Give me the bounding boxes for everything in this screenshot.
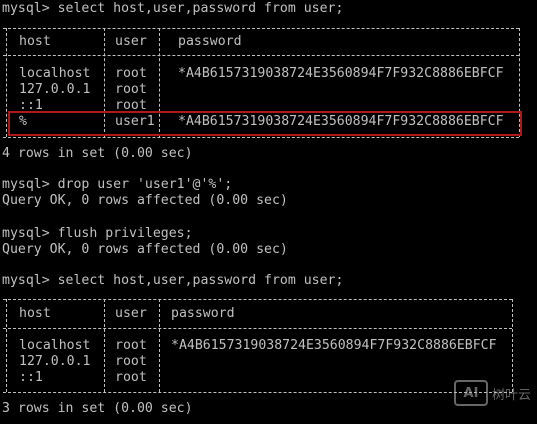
cell-host: localhost: [19, 338, 91, 353]
watermark-text: 树叶云: [491, 387, 531, 403]
cell-host: 127.0.0.1: [19, 82, 91, 97]
cell-user: root: [115, 338, 147, 353]
cell-user: root: [115, 354, 147, 369]
command-select-2: mysql> select host,user,password from us…: [2, 273, 344, 288]
header-host: host: [19, 306, 51, 321]
result-line-4: 3 rows in set (0.00 sec): [2, 401, 193, 416]
cell-user: root: [115, 370, 147, 385]
cell-host: 127.0.0.1: [19, 354, 91, 369]
cell-password: *A4B6157319038724E3560894F7F932C8886EBFC…: [178, 66, 504, 81]
cell-host: ::1: [19, 370, 43, 385]
header-separator: [3, 55, 519, 56]
watermark-logo-icon: AI: [453, 380, 488, 406]
command-flush-privileges: mysql> flush privileges;: [2, 226, 193, 241]
result-line-1: 4 rows in set (0.00 sec): [2, 146, 193, 161]
result-line-2: Query OK, 0 rows affected (0.00 sec): [2, 193, 288, 208]
cell-host: localhost: [19, 66, 91, 81]
cell-user: root: [115, 82, 147, 97]
command-drop-user: mysql> drop user 'user1'@'%';: [2, 177, 233, 192]
header-user: user: [115, 306, 147, 321]
column-border-left: [6, 28, 7, 137]
result-line-3: Query OK, 0 rows affected (0.00 sec): [2, 242, 288, 257]
header-password: password: [178, 34, 242, 49]
cell-password: *A4B6157319038724E3560894F7F932C8886EBFC…: [171, 338, 497, 353]
watermark: AI 树叶云: [453, 378, 531, 408]
header-password: password: [171, 306, 235, 321]
header-user: user: [115, 34, 147, 49]
highlight-box: [8, 111, 522, 136]
header-host: host: [19, 34, 51, 49]
cell-user: root: [115, 66, 147, 81]
column-border-left: [6, 299, 7, 392]
header-separator: [3, 328, 512, 329]
command-select-1: mysql> select host,user,password from us…: [2, 1, 344, 16]
column-border-host: [104, 299, 105, 392]
column-border-user: [159, 299, 160, 392]
